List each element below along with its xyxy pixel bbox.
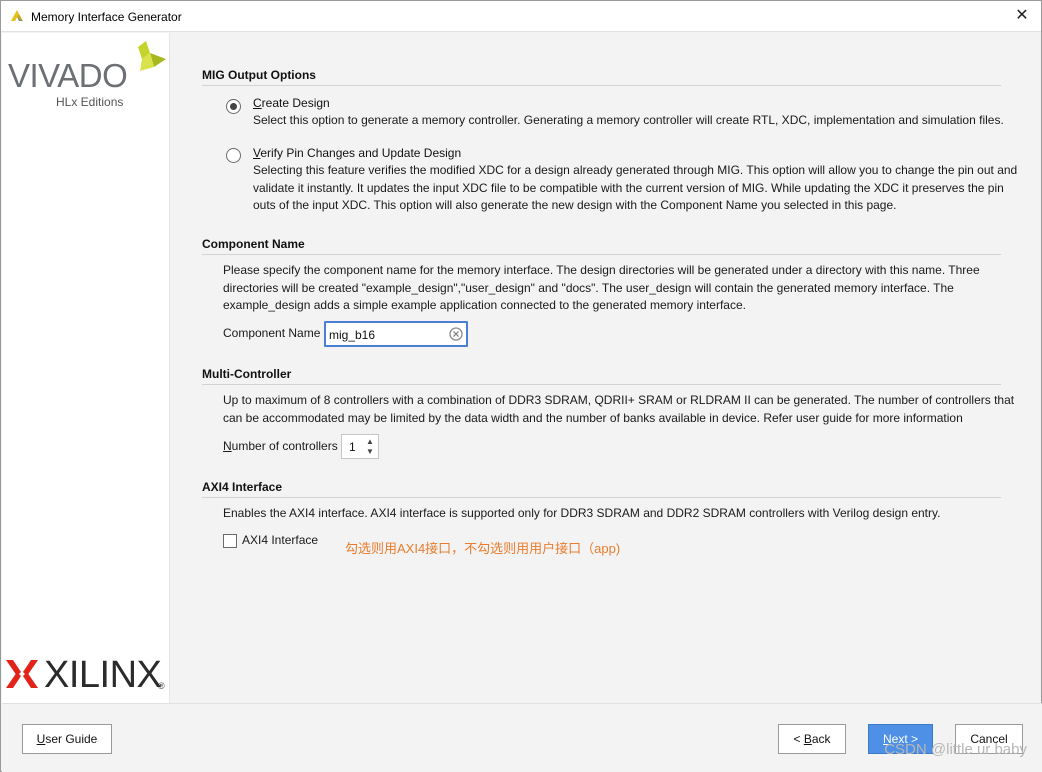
component-name-input[interactable]	[329, 326, 447, 343]
spinner-value[interactable]: 1	[349, 440, 356, 454]
window-title: Memory Interface Generator	[31, 10, 182, 24]
annotation-note: 勾选则用AXI4接口，不勾选则用用户接口（app)	[345, 541, 621, 556]
mig-window: Memory Interface Generator ✕ VIVADO HLx …	[0, 0, 1042, 772]
number-of-controllers-label: Number of controllers	[223, 439, 338, 453]
component-name-description-line: directories will be created "example_des…	[223, 281, 954, 295]
verify-pin-description-line: validate it instantly. It updates the in…	[253, 181, 1004, 195]
xilinx-wordmark: XILINX	[44, 654, 162, 696]
vivado-app-icon	[11, 10, 23, 21]
close-button[interactable]: ✕	[1011, 5, 1033, 27]
section-divider	[202, 85, 1001, 86]
verify-pin-radio[interactable]	[226, 148, 241, 163]
verify-pin-description-line: outs of the input XDC. This option will …	[253, 198, 897, 212]
multi-controller-description-line: Up to maximum of 8 controllers with a co…	[223, 393, 1015, 407]
xilinx-mark-icon	[6, 660, 38, 688]
create-design-description: Select this option to generate a memory …	[253, 113, 1004, 127]
close-icon: ✕	[1015, 7, 1029, 24]
component-name-label: Component Name	[223, 326, 321, 340]
vivado-logo: VIVADO HLx Editions	[8, 39, 168, 111]
component-name-field[interactable]	[324, 321, 468, 347]
section-title-component-name: Component Name	[202, 237, 305, 251]
clear-icon[interactable]	[449, 327, 463, 341]
axi4-description: Enables the AXI4 interface. AXI4 interfa…	[223, 506, 941, 520]
section-divider	[202, 497, 1001, 498]
component-name-description-line: example_design adds a simple example app…	[223, 298, 746, 312]
xilinx-logo: XILINX ®	[6, 654, 168, 696]
spinner-down-icon[interactable]: ▼	[364, 447, 376, 457]
section-title-mig-output: MIG Output Options	[202, 68, 316, 82]
section-divider	[202, 254, 1001, 255]
vivado-edition: HLx Editions	[56, 95, 124, 109]
create-design-radio[interactable]	[226, 99, 241, 114]
back-button[interactable]: < Back	[778, 724, 846, 754]
user-guide-button[interactable]: User Guide	[22, 724, 112, 754]
axi4-interface-label[interactable]: AXI4 Interface	[242, 532, 318, 550]
main-content: MIG Output Options Create Design Select …	[171, 33, 1041, 703]
section-divider	[202, 384, 1001, 385]
section-title-multi-controller: Multi-Controller	[202, 367, 292, 381]
vivado-wordmark: VIVADO	[8, 57, 128, 94]
component-name-description-line: Please specify the component name for th…	[223, 263, 980, 277]
registered-mark: ®	[158, 681, 165, 691]
number-of-controllers-spinner[interactable]: 1 ▲ ▼	[341, 434, 379, 459]
footer-bar: User Guide < Back Next > Cancel	[2, 703, 1042, 772]
spinner-up-icon[interactable]: ▲	[364, 437, 376, 447]
watermark: CSDN @little ur baby	[884, 741, 1027, 758]
sidebar: VIVADO HLx Editions XILINX ®	[2, 33, 170, 703]
verify-pin-label[interactable]: Verify Pin Changes and Update Design	[253, 146, 461, 160]
axi4-interface-checkbox[interactable]	[223, 534, 237, 548]
multi-controller-description-line: can be accommodated may be limited by th…	[223, 411, 963, 425]
create-design-label[interactable]: Create Design	[253, 96, 330, 110]
title-bar: Memory Interface Generator ✕	[1, 1, 1041, 32]
verify-pin-description-line: Selecting this feature verifies the modi…	[253, 163, 1018, 177]
vivado-leaf-icon	[138, 41, 166, 71]
section-title-axi4: AXI4 Interface	[202, 480, 283, 494]
